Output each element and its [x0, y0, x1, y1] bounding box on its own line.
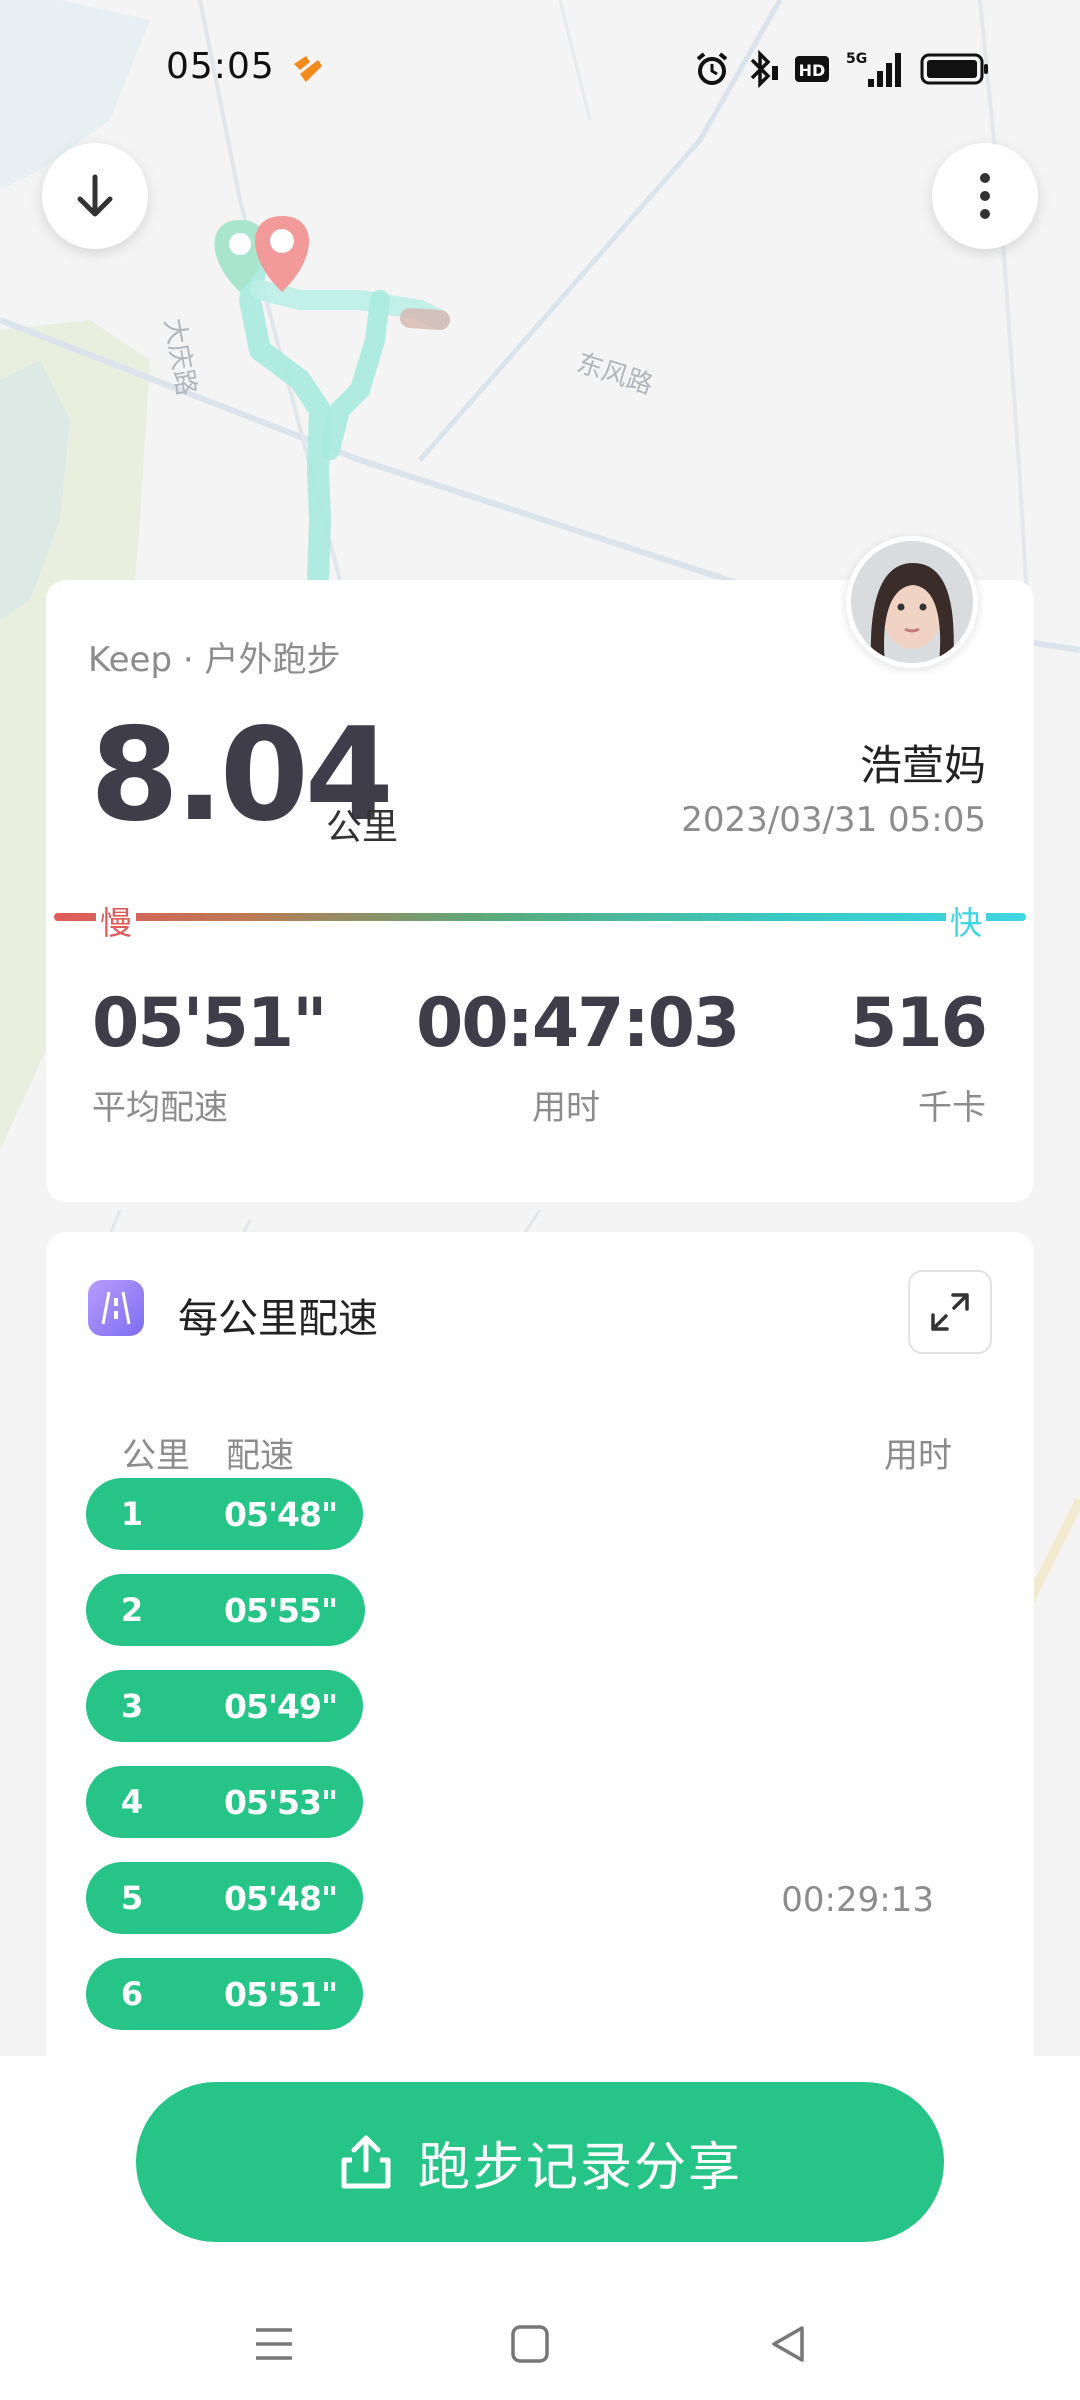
system-nav-bar	[0, 2300, 1080, 2380]
expand-button[interactable]	[908, 1270, 992, 1354]
speed-slow-label: 慢	[96, 898, 137, 944]
hd-icon: HD	[795, 56, 829, 82]
split-km: 5	[120, 1879, 144, 1917]
home-icon	[511, 2325, 549, 2363]
status-icons: HD 5G	[694, 48, 990, 90]
split-pace-bar: 2 05'55"	[86, 1574, 365, 1646]
battery-icon	[920, 53, 988, 85]
back-icon	[772, 2326, 804, 2362]
nav-back-button[interactable]	[758, 2314, 818, 2374]
split-row[interactable]: 5 05'48" 00:29:13	[86, 1862, 986, 1934]
split-km: 4	[120, 1783, 144, 1821]
run-summary-card: Keep · 户外跑步 8.04 公里 浩萱妈 2023/03/31 05:05…	[46, 580, 1034, 1202]
split-pace: 05'53"	[224, 1782, 338, 1822]
stat-calories: 516 千卡	[850, 984, 988, 1129]
nav-home-button[interactable]	[500, 2314, 560, 2374]
split-pace-bar: 6 05'51"	[86, 1958, 363, 2030]
stat-value: 516	[850, 984, 988, 1063]
avatar-image	[851, 541, 973, 663]
stat-average-pace: 05'51" 平均配速	[92, 984, 328, 1129]
speed-gradient-bar	[54, 913, 1026, 921]
share-upload-icon	[341, 2135, 391, 2189]
split-pace: 05'48"	[224, 1878, 338, 1918]
split-km: 3	[120, 1687, 144, 1725]
menu-icon	[256, 2328, 292, 2360]
split-row[interactable]: 2 05'55"	[86, 1574, 986, 1646]
km-splits-card: 每公里配速 公里 配速 用时 1 05'48" 2 05'55" 3 05'49" 4 05'…	[46, 1232, 1034, 2092]
activity-source: Keep · 户外跑步	[88, 640, 341, 680]
app-notification-icon	[294, 56, 322, 82]
vertical-dots-icon	[980, 173, 990, 219]
more-options-button[interactable]	[932, 143, 1038, 249]
split-km: 6	[120, 1975, 144, 2013]
run-date: 2023/03/31 05:05	[681, 800, 986, 840]
nav-menu-button[interactable]	[244, 2314, 304, 2374]
status-bar: 05:05 HD 5G	[0, 0, 1080, 140]
stat-value: 00:47:03	[416, 984, 740, 1063]
splits-title: 每公里配速	[178, 1296, 378, 1342]
split-pace: 05'55"	[224, 1590, 338, 1630]
column-header-km: 公里	[122, 1436, 190, 1476]
split-pace: 05'49"	[224, 1686, 338, 1726]
stat-duration: 00:47:03 用时	[416, 984, 740, 1129]
status-time: 05:05	[166, 46, 275, 87]
split-pace-bar: 4 05'53"	[86, 1766, 363, 1838]
split-cumulative-time: 00:29:13	[781, 1880, 934, 1920]
split-pace: 05'48"	[224, 1494, 338, 1534]
stat-label: 平均配速	[92, 1088, 228, 1128]
split-pace-bar: 3 05'49"	[86, 1670, 363, 1742]
split-km: 2	[120, 1591, 144, 1629]
bluetooth-icon	[750, 50, 778, 88]
column-header-time: 用时	[884, 1436, 952, 1476]
avatar[interactable]	[846, 536, 978, 668]
split-pace-bar: 1 05'48"	[86, 1478, 363, 1550]
split-km: 1	[120, 1495, 144, 1533]
alarm-icon	[696, 52, 728, 85]
split-pace-bar: 5 05'48"	[86, 1862, 363, 1934]
split-row[interactable]: 1 05'48"	[86, 1478, 986, 1550]
download-button[interactable]	[42, 143, 148, 249]
splits-road-icon	[88, 1280, 144, 1336]
expand-icon	[931, 1293, 969, 1331]
split-row[interactable]: 6 05'51"	[86, 1958, 986, 2030]
stat-value: 05'51"	[92, 984, 328, 1063]
speed-fast-label: 快	[946, 898, 987, 944]
split-row[interactable]: 4 05'53"	[86, 1766, 986, 1838]
column-header-pace: 配速	[226, 1436, 294, 1476]
network-label: 5G	[846, 51, 867, 67]
stat-label: 用时	[532, 1088, 600, 1128]
share-label: 跑步记录分享	[417, 2137, 742, 2198]
5g-signal-icon: 5G	[846, 51, 901, 87]
split-row[interactable]: 3 05'49"	[86, 1670, 986, 1742]
split-pace: 05'51"	[224, 1974, 338, 2014]
arrow-down-icon	[77, 174, 113, 217]
stat-label: 千卡	[918, 1088, 986, 1128]
distance-unit: 公里	[326, 807, 399, 848]
share-run-button[interactable]: 跑步记录分享	[136, 2082, 944, 2242]
hd-label: HD	[799, 61, 826, 80]
user-name: 浩萱妈	[859, 741, 986, 790]
